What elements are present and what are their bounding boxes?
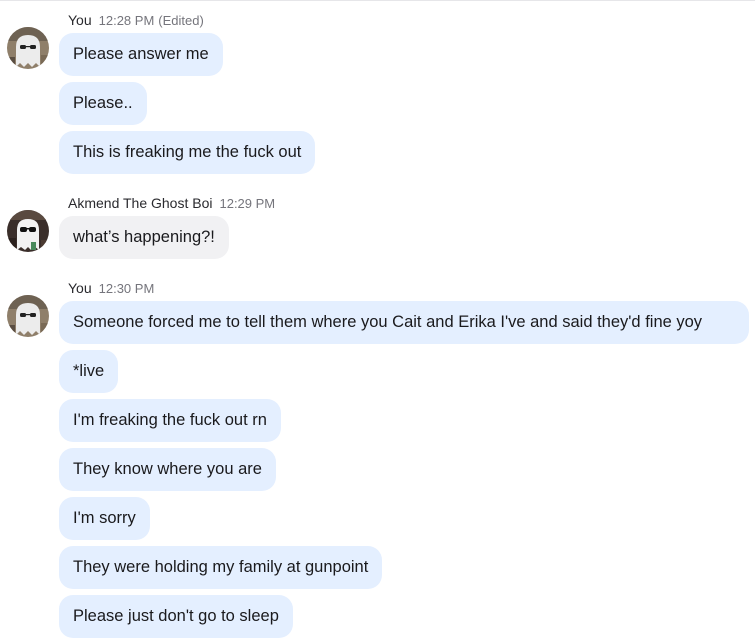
top-divider: [0, 0, 755, 1]
timestamp: 12:29 PM: [219, 196, 276, 211]
message-bubble[interactable]: They know where you are: [59, 448, 276, 491]
edited-label: (Edited): [158, 13, 204, 28]
message-bubble[interactable]: I'm sorry: [59, 497, 150, 540]
message-bubble[interactable]: Please just don't go to sleep: [59, 595, 293, 638]
message-bubble[interactable]: what’s happening?!: [59, 216, 229, 259]
ghost-with-sunglasses-avatar[interactable]: [7, 210, 49, 252]
message-bubble[interactable]: Please answer me: [59, 33, 223, 76]
message-bubble[interactable]: Please..: [59, 82, 147, 125]
timestamp: 12:28 PM: [98, 13, 155, 28]
timestamp: 12:30 PM: [98, 281, 155, 296]
message-bubble[interactable]: This is freaking me the fuck out: [59, 131, 316, 174]
sender-name[interactable]: You: [68, 280, 92, 296]
ghost-avatar[interactable]: [7, 27, 49, 69]
ghost-avatar[interactable]: [7, 295, 49, 337]
message-bubble[interactable]: They were holding my family at gunpoint: [59, 546, 383, 589]
message-bubble[interactable]: *live: [59, 350, 119, 393]
sender-name[interactable]: Akmend The Ghost Boi: [68, 195, 212, 211]
message-meta: Akmend The Ghost Boi 12:29 PM: [68, 195, 275, 211]
message-meta: You 12:30 PM: [68, 280, 154, 296]
message-bubble[interactable]: Someone forced me to tell them where you…: [59, 301, 749, 344]
message-bubble[interactable]: I'm freaking the fuck out rn: [59, 399, 281, 442]
message-meta: You 12:28 PM (Edited): [68, 12, 204, 28]
sender-name[interactable]: You: [68, 12, 92, 28]
